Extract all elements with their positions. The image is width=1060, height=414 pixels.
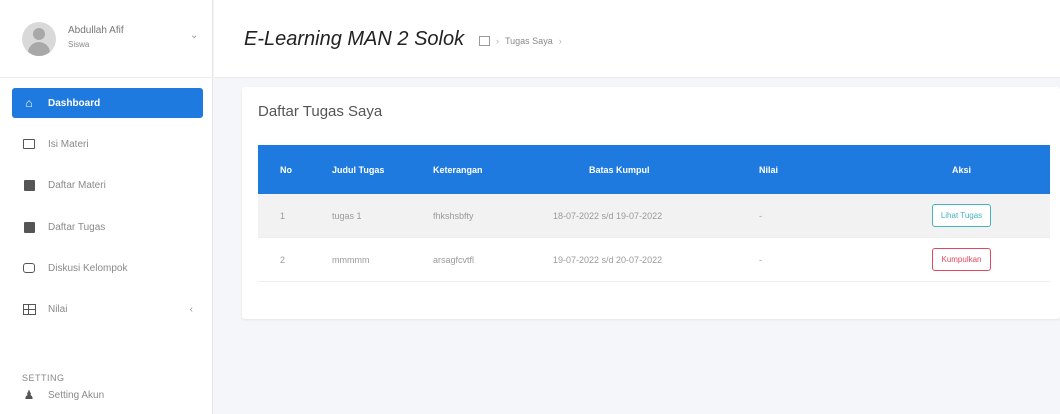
sidebar: Abdullah Afif Siswa ⌄ ⌂ Dashboard Isi Ma… [0,0,213,414]
sidebar-item-label: Nilai [48,303,68,315]
user-icon: ♟ [23,388,35,402]
cell-no: 2 [280,254,286,265]
book-icon [22,178,36,192]
page-title: E-Learning MAN 2 Solok [244,28,465,50]
column-header-judul: Judul Tugas [332,164,385,175]
chevron-down-icon[interactable]: ⌄ [190,30,198,41]
home-icon: ⌂ [25,96,33,110]
chat-icon [22,261,36,275]
sidebar-item-isi-materi[interactable]: Isi Materi [12,129,203,159]
book-icon [22,220,36,234]
kumpulkan-button[interactable]: Kumpulkan [932,248,991,271]
column-header-no: No [280,164,292,175]
header: E-Learning MAN 2 Solok › Tugas Saya › [214,0,1060,78]
lihat-tugas-button[interactable]: Lihat Tugas [931,204,992,227]
avatar [22,22,56,56]
column-header-nilai: Nilai [759,164,779,175]
sidebar-item-label: Setting Akun [48,389,105,401]
sidebar-item-daftar-tugas[interactable]: Daftar Tugas [12,212,203,242]
user-name: Abdullah Afif [68,25,124,36]
chevron-right-icon: › [496,36,499,46]
home-icon[interactable] [479,36,490,46]
user-panel[interactable]: Abdullah Afif Siswa ⌄ [0,0,213,78]
sidebar-item-label: Diskusi Kelompok [48,262,128,274]
column-header-aksi: Aksi [951,164,971,175]
task-card: Daftar Tugas Saya No Judul Tugas Keteran… [242,87,1060,319]
table-header: No Judul Tugas Keterangan Batas Kumpul N… [258,145,1050,194]
task-table: No Judul Tugas Keterangan Batas Kumpul N… [258,145,1050,282]
sidebar-item-label: Dashboard [48,97,101,109]
column-header-keterangan: Keterangan [433,164,483,175]
cell-judul: tugas 1 [332,210,362,221]
sidebar-item-setting-akun[interactable]: ♟ Setting Akun [12,380,203,410]
table-icon [22,302,36,316]
sidebar-item-dashboard[interactable]: ⌂ Dashboard [12,88,203,118]
cell-judul: mmmmm [332,254,370,265]
cell-no: 1 [280,210,286,221]
sidebar-item-nilai[interactable]: Nilai ‹ [12,294,203,324]
table-row: 2 mmmmm arsagfcvtfl 19-07-2022 s/d 20-07… [258,238,1050,282]
cell-keterangan: arsagfcvtfl [433,254,475,265]
sidebar-item-label: Isi Materi [48,138,89,150]
cell-aksi: Kumpulkan [873,248,1050,271]
cell-batas: 19-07-2022 s/d 20-07-2022 [553,254,663,265]
breadcrumb: › Tugas Saya › [479,36,562,46]
sidebar-item-diskusi-kelompok[interactable]: Diskusi Kelompok [12,253,203,283]
breadcrumb-current: Tugas Saya [505,36,553,46]
card-title: Daftar Tugas Saya [258,103,383,120]
cell-batas: 18-07-2022 s/d 19-07-2022 [553,210,663,221]
sidebar-item-label: Daftar Tugas [48,221,106,233]
cell-nilai: - [759,254,762,265]
cell-keterangan: fhkshsbfty [433,210,474,221]
user-role: Siswa [68,40,90,49]
cell-nilai: - [759,210,762,221]
monitor-icon [22,137,36,151]
column-header-batas: Batas Kumpul [589,164,650,175]
cell-aksi: Lihat Tugas [873,204,1050,227]
chevron-left-icon: ‹ [189,303,193,315]
sidebar-item-daftar-materi[interactable]: Daftar Materi [12,170,203,200]
chevron-right-icon: › [558,36,562,46]
table-row: 1 tugas 1 fhkshsbfty 18-07-2022 s/d 19-0… [258,194,1050,238]
sidebar-item-label: Daftar Materi [48,179,106,191]
